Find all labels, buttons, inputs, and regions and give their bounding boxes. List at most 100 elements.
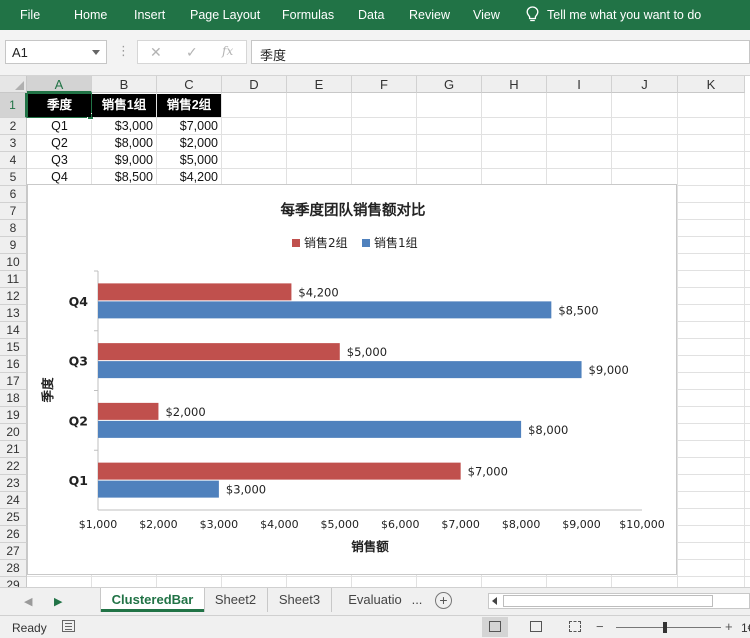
zoom-percent[interactable]: 1€ <box>741 621 750 635</box>
cell-b1[interactable]: 销售1组 <box>92 94 156 117</box>
bar-team2-q1[interactable] <box>98 462 461 480</box>
worksheet-grid[interactable]: 季度 销售1组 销售2组 Q1 $3,000 $7,000 Q2 $8,000 … <box>0 76 750 587</box>
row-header-12[interactable]: 12 <box>0 288 27 305</box>
more-vertical-icon[interactable]: ⋮ <box>117 43 130 59</box>
row-header-3[interactable]: 3 <box>0 135 27 152</box>
add-sheet-button[interactable]: + <box>435 592 452 609</box>
function-icon[interactable]: fx <box>222 44 233 58</box>
row-header-10[interactable]: 10 <box>0 254 27 271</box>
bar-team1-q4[interactable] <box>98 301 552 319</box>
row-header-20[interactable]: 20 <box>0 424 27 441</box>
tell-me-search[interactable]: Tell me what you want to do <box>526 6 701 23</box>
column-header-f[interactable]: F <box>352 76 417 93</box>
row-header-24[interactable]: 24 <box>0 492 27 509</box>
tab-insert[interactable]: Insert <box>134 8 165 22</box>
row-header-8[interactable]: 8 <box>0 220 27 237</box>
bar-team2-q2[interactable] <box>98 402 159 420</box>
zoom-slider-knob[interactable] <box>663 622 667 633</box>
row-header-1[interactable]: 1 <box>0 93 27 118</box>
row-header-2[interactable]: 2 <box>0 118 27 135</box>
cell-a4[interactable]: Q3 <box>28 152 91 169</box>
formula-input[interactable]: 季度 <box>251 40 750 64</box>
scroll-left-icon[interactable] <box>492 597 497 605</box>
row-header-22[interactable]: 22 <box>0 458 27 475</box>
sheet-tab-clusteredbar[interactable]: ClusteredBar <box>101 588 204 612</box>
cell-c4[interactable]: $5,000 <box>157 152 221 169</box>
row-header-21[interactable]: 21 <box>0 441 27 458</box>
row-header-29[interactable]: 29 <box>0 577 27 587</box>
zoom-out-button[interactable]: − <box>596 619 604 634</box>
prev-sheet-icon[interactable]: ◀ <box>24 595 32 608</box>
select-all-corner[interactable] <box>0 76 27 93</box>
row-header-15[interactable]: 15 <box>0 339 27 356</box>
row-header-23[interactable]: 23 <box>0 475 27 492</box>
column-header-c[interactable]: C <box>157 76 222 93</box>
tab-data[interactable]: Data <box>358 8 384 22</box>
bar-team2-q4[interactable] <box>98 283 292 301</box>
cell-b2[interactable]: $3,000 <box>92 118 156 135</box>
row-header-14[interactable]: 14 <box>0 322 27 339</box>
zoom-slider[interactable] <box>616 622 721 633</box>
scrollbar-thumb[interactable] <box>503 595 713 607</box>
row-header-26[interactable]: 26 <box>0 526 27 543</box>
cell-a2[interactable]: Q1 <box>28 118 91 135</box>
bar-team1-q2[interactable] <box>98 420 522 438</box>
row-header-11[interactable]: 11 <box>0 271 27 288</box>
tab-page-layout[interactable]: Page Layout <box>190 8 260 22</box>
row-header-27[interactable]: 27 <box>0 543 27 560</box>
cell-b4[interactable]: $9,000 <box>92 152 156 169</box>
tab-home[interactable]: Home <box>74 8 107 22</box>
data-label: $4,200 <box>298 285 338 299</box>
name-box[interactable]: A1 <box>5 40 107 64</box>
sheet-tab-sheet3[interactable]: Sheet3 <box>268 588 332 612</box>
page-break-view-button[interactable] <box>562 617 588 637</box>
bar-team1-q3[interactable] <box>98 361 582 379</box>
column-header-h[interactable]: H <box>482 76 547 93</box>
cell-c1[interactable]: 销售2组 <box>157 94 221 117</box>
tab-formulas[interactable]: Formulas <box>282 8 334 22</box>
row-header-18[interactable]: 18 <box>0 390 27 407</box>
cell-a3[interactable]: Q2 <box>28 135 91 152</box>
row-header-6[interactable]: 6 <box>0 186 27 203</box>
cancel-icon[interactable]: ✕ <box>150 44 162 61</box>
tab-review[interactable]: Review <box>409 8 450 22</box>
row-header-17[interactable]: 17 <box>0 373 27 390</box>
next-sheet-icon[interactable]: ▶ <box>54 595 62 608</box>
clustered-bar-chart[interactable]: 每季度团队销售额对比 销售2组 销售1组 $7,000 $3,000 $2,000 $… <box>27 184 677 575</box>
column-header-i[interactable]: I <box>547 76 612 93</box>
row-header-5[interactable]: 5 <box>0 169 27 186</box>
macro-record-icon[interactable] <box>62 620 75 632</box>
column-header-a[interactable]: A <box>27 76 92 93</box>
column-header-d[interactable]: D <box>222 76 287 93</box>
column-header-k[interactable]: K <box>678 76 745 93</box>
check-icon[interactable]: ✓ <box>186 44 198 61</box>
more-sheets-button[interactable]: ... <box>408 588 426 612</box>
bar-team2-q3[interactable] <box>98 343 340 361</box>
cell-c3[interactable]: $2,000 <box>157 135 221 152</box>
row-header-28[interactable]: 28 <box>0 560 27 577</box>
column-header-j[interactable]: J <box>612 76 678 93</box>
column-header-g[interactable]: G <box>417 76 482 93</box>
tab-file[interactable]: File <box>20 8 40 22</box>
sheet-tab-sheet2[interactable]: Sheet2 <box>204 588 268 612</box>
page-layout-view-button[interactable] <box>523 617 549 637</box>
tab-view[interactable]: View <box>473 8 500 22</box>
chevron-down-icon[interactable] <box>92 50 100 55</box>
row-header-16[interactable]: 16 <box>0 356 27 373</box>
normal-view-button[interactable] <box>482 617 508 637</box>
row-header-13[interactable]: 13 <box>0 305 27 322</box>
row-header-7[interactable]: 7 <box>0 203 27 220</box>
row-header-9[interactable]: 9 <box>0 237 27 254</box>
cell-a1[interactable]: 季度 <box>28 94 91 117</box>
cell-b3[interactable]: $8,000 <box>92 135 156 152</box>
zoom-in-button[interactable]: + <box>725 619 733 634</box>
row-header-25[interactable]: 25 <box>0 509 27 526</box>
column-header-b[interactable]: B <box>92 76 157 93</box>
bar-team1-q1[interactable] <box>98 480 219 498</box>
row-header-4[interactable]: 4 <box>0 152 27 169</box>
sheet-tab-evaluation[interactable]: Evaluatio <box>340 588 410 612</box>
cell-c2[interactable]: $7,000 <box>157 118 221 135</box>
horizontal-scrollbar[interactable] <box>488 593 750 609</box>
row-header-19[interactable]: 19 <box>0 407 27 424</box>
column-header-e[interactable]: E <box>287 76 352 93</box>
